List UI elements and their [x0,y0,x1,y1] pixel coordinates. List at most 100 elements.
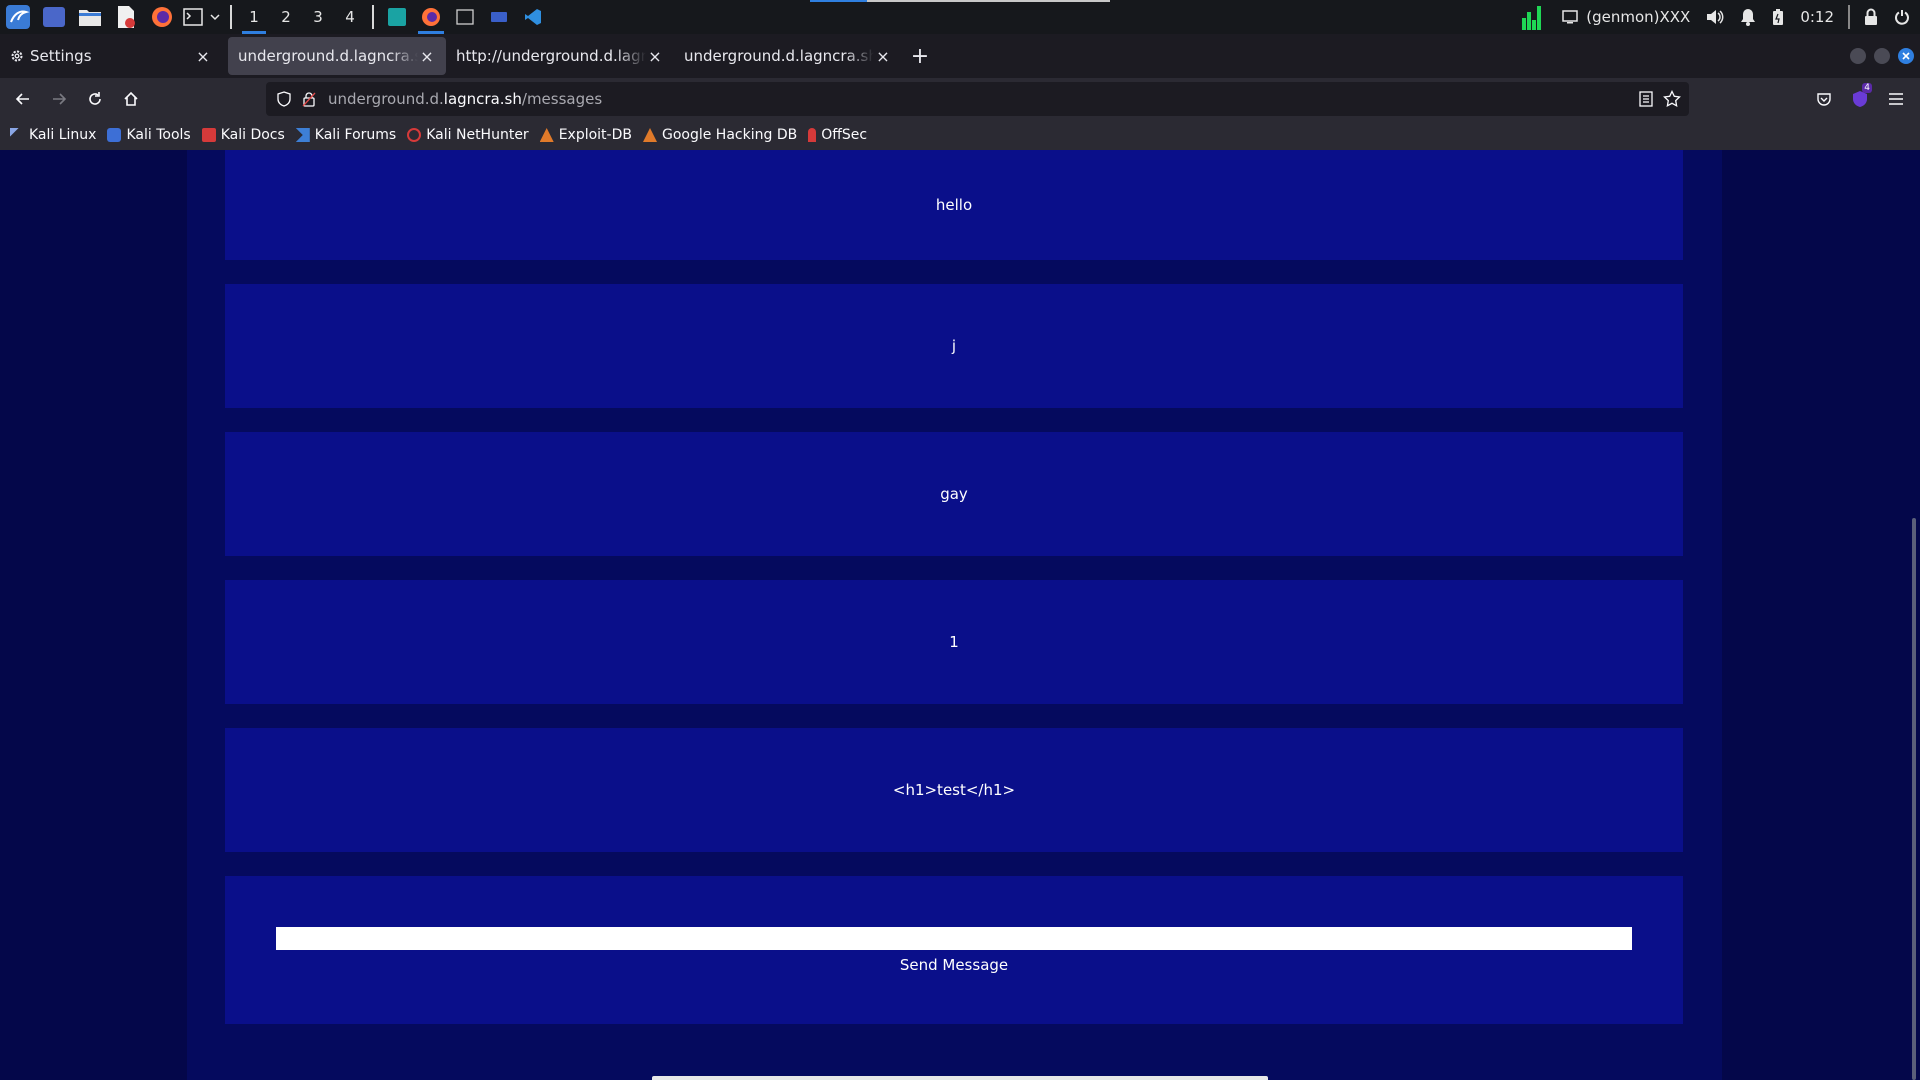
reload-button[interactable] [77,81,113,117]
tab-label: Settings [30,47,92,65]
offsec-icon [808,128,817,142]
window-progress-fill [810,0,867,2]
tab-label: underground.d.lagncra.sh/messages [238,47,418,65]
ghdb-icon [642,128,657,142]
workspace-2[interactable]: 2 [270,0,302,34]
nethunter-icon [407,128,422,142]
tab-close-icon[interactable]: × [646,47,664,66]
workspace-1[interactable]: 1 [238,0,270,34]
show-desktop-icon[interactable] [36,0,72,34]
scrollbar-thumb[interactable] [1912,518,1916,1080]
terminal-window-icon[interactable] [448,0,482,34]
bookmark-kali-forums[interactable]: Kali Forums [295,127,397,143]
burp-app-icon[interactable] [380,0,414,34]
kali-tools-icon [107,128,122,142]
gear-icon [10,49,24,63]
bookmark-kali-tools[interactable]: Kali Tools [107,127,191,143]
url-text[interactable]: underground.d.lagncra.sh/messages [328,90,602,108]
new-tab-button[interactable]: + [902,37,938,75]
bookmark-label: Kali NetHunter [426,127,529,143]
message-text: j [951,337,957,355]
text-editor-icon[interactable] [108,0,144,34]
message-text: <h1>test</h1> [892,781,1016,799]
reader-view-icon[interactable] [1639,91,1653,107]
bookmark-label: Kali Linux [29,127,97,143]
firefox-window-icon[interactable] [414,0,448,34]
bookmark-offsec[interactable]: OffSec [808,127,867,143]
display-icon[interactable] [1554,0,1586,34]
tab-underground-status[interactable]: underground.d.lagncra.sh/status × [674,37,902,75]
terminal-icon[interactable] [180,0,206,34]
tab-label: http://underground.d.lagncra.sh/ [456,47,646,65]
pocket-icon[interactable] [1806,81,1842,117]
taskbar-divider [1848,5,1850,29]
bookmark-kali-docs[interactable]: Kali Docs [201,127,285,143]
bookmark-label: Kali Tools [126,127,191,143]
message-input[interactable] [276,927,1632,950]
vscode-icon[interactable] [516,0,550,34]
message-text: 1 [949,633,959,651]
bookmark-kali-linux[interactable]: Kali Linux [10,127,96,143]
extension-icon[interactable]: 4 [1842,81,1878,117]
tab-messages[interactable]: underground.d.lagncra.sh/messages × [228,37,446,75]
url-bar[interactable]: underground.d.lagncra.sh/messages [266,82,1689,116]
maximize-button[interactable] [1874,48,1890,64]
message-card: 1 [225,580,1683,704]
kali-menu-icon[interactable] [0,0,36,34]
taskbar-divider [372,5,374,29]
bookmark-label: Exploit-DB [558,127,632,143]
workspace-4[interactable]: 4 [334,0,366,34]
url-host: lagncra.sh [443,90,522,108]
message-card: j [225,284,1683,408]
bookmark-google-hacking-db[interactable]: Google Hacking DB [642,127,798,143]
message-card: hello [225,150,1683,260]
tab-close-icon[interactable]: × [194,47,212,66]
system-taskbar: 1 2 3 4 (genmon)XXX 0:12 [0,0,1920,34]
hamburger-menu-icon[interactable] [1878,81,1914,117]
volume-icon[interactable] [1698,0,1732,34]
chevron-down-icon[interactable] [206,0,224,34]
window-icon[interactable] [482,0,516,34]
exploit-db-icon [539,128,554,142]
battery-icon [1764,0,1792,34]
kali-forums-icon [295,128,310,142]
message-text: gay [940,485,968,503]
firefox-icon[interactable] [144,0,180,34]
window-progress-bar [810,0,1110,2]
home-button[interactable] [113,81,149,117]
tracking-shield-icon[interactable] [276,91,292,107]
bookmark-kali-nethunter[interactable]: Kali NetHunter [407,127,529,143]
tab-underground-root[interactable]: http://underground.d.lagncra.sh/ × [446,37,674,75]
kali-docs-icon [201,128,216,142]
lock-icon[interactable] [1856,0,1886,34]
close-window-button[interactable] [1898,48,1914,64]
navigation-toolbar: underground.d.lagncra.sh/messages 4 [0,78,1920,120]
bookmark-label: Google Hacking DB [661,127,798,143]
forward-button[interactable] [41,81,77,117]
insecure-lock-icon[interactable] [302,91,316,107]
message-card: <h1>test</h1> [225,728,1683,852]
notification-bell-icon[interactable] [1732,0,1764,34]
workspace-3[interactable]: 3 [302,0,334,34]
tab-close-icon[interactable]: × [418,47,436,66]
browser-tab-strip: Settings × underground.d.lagncra.sh/mess… [0,34,1920,78]
bookmark-label: Kali Forums [314,127,397,143]
clock[interactable]: 0:12 [1792,0,1842,34]
minimize-button[interactable] [1850,48,1866,64]
send-message-button[interactable]: Send Message [225,956,1683,974]
file-manager-icon[interactable] [72,0,108,34]
bookmark-label: OffSec [821,127,868,143]
bookmark-star-icon[interactable] [1663,90,1681,108]
logout-icon[interactable] [1886,0,1920,34]
back-button[interactable] [5,81,41,117]
bookmark-exploit-db[interactable]: Exploit-DB [539,127,632,143]
bookmarks-toolbar: Kali Linux Kali Tools Kali Docs Kali For… [0,120,1920,150]
bottom-panel-edge [652,1076,1268,1080]
taskbar-divider [230,5,232,29]
tab-close-icon[interactable]: × [874,47,892,66]
kali-dragon-icon [10,128,24,142]
page-scrollbar[interactable] [1908,150,1920,1080]
url-path: /messages [521,90,603,108]
url-subdomain: underground.d. [328,90,444,108]
tab-settings[interactable]: Settings × [0,37,222,75]
